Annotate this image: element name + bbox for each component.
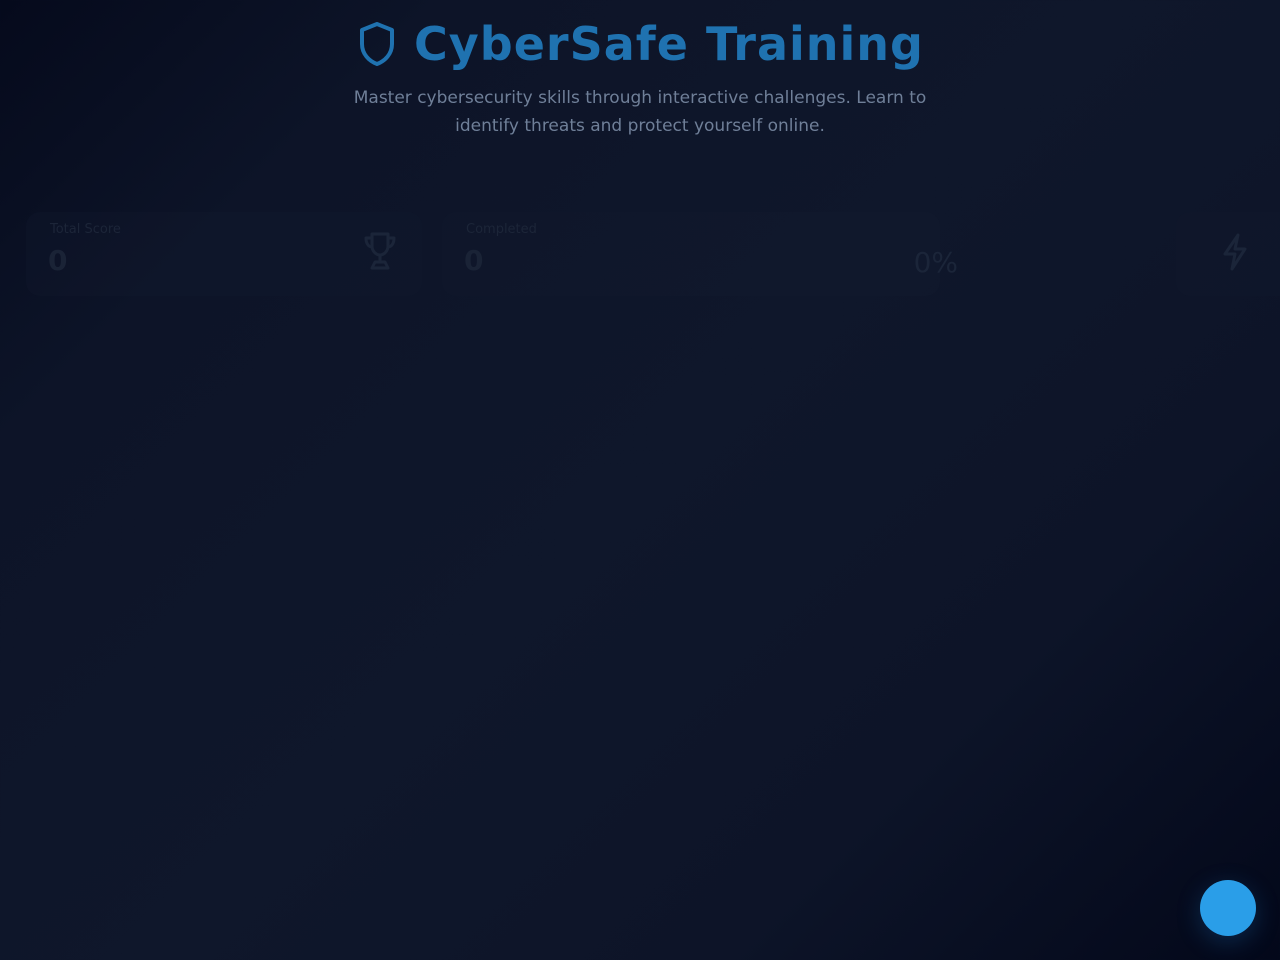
total-score-label: Total Score xyxy=(50,222,121,237)
streak-card xyxy=(1176,212,1280,296)
page-subtitle: Master cybersecurity skills through inte… xyxy=(353,88,927,136)
completed-value: 0 xyxy=(464,244,484,277)
total-score-value: 0 xyxy=(48,244,68,277)
completed-card: Completed 0 0% xyxy=(442,212,958,296)
stats-bar: Total Score 0 Completed 0 0% xyxy=(26,212,1280,302)
total-score-card: Total Score 0 xyxy=(26,212,422,296)
completed-label: Completed xyxy=(466,222,537,237)
shield-icon xyxy=(356,20,398,68)
trophy-icon xyxy=(360,230,400,272)
page-title: CyberSafe Training xyxy=(414,17,924,71)
title-row: CyberSafe Training xyxy=(0,18,1280,70)
completed-percent: 0% xyxy=(913,246,958,279)
bolt-icon xyxy=(1220,232,1250,272)
help-fab-button[interactable] xyxy=(1200,880,1256,936)
